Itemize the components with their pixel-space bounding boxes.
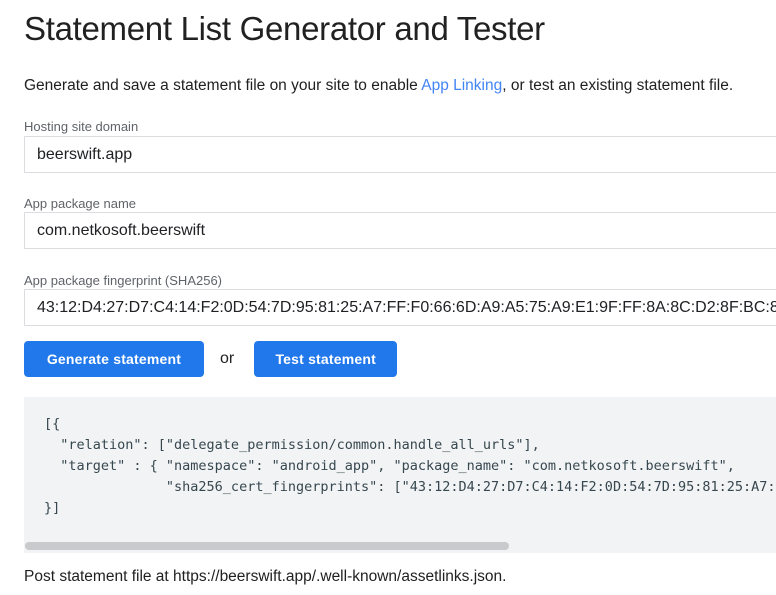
page-title: Statement List Generator and Tester — [24, 11, 545, 47]
post-instruction-text: Post statement file at https://beerswift… — [24, 567, 506, 586]
test-statement-button[interactable]: Test statement — [254, 341, 397, 377]
intro-text: Generate and save a statement file on yo… — [24, 76, 733, 95]
statement-json-code: [{ "relation": ["delegate_permission/com… — [44, 414, 776, 519]
app-package-name-input[interactable] — [24, 212, 776, 249]
generate-statement-button[interactable]: Generate statement — [24, 341, 204, 377]
intro-text-before: Generate and save a statement file on yo… — [24, 77, 421, 94]
statement-generator-page: Statement List Generator and Tester Gene… — [0, 0, 776, 595]
app-package-name-label: App package name — [24, 196, 136, 211]
hosting-site-domain-label: Hosting site domain — [24, 119, 138, 134]
or-text: or — [220, 350, 234, 368]
horizontal-scrollbar-thumb[interactable] — [25, 542, 509, 550]
hosting-site-domain-input[interactable] — [24, 136, 776, 173]
app-linking-link[interactable]: App Linking — [421, 77, 502, 94]
app-package-fingerprint-label: App package fingerprint (SHA256) — [24, 273, 222, 288]
actions-row: Generate statement or Test statement — [24, 341, 397, 377]
intro-text-after: , or test an existing statement file. — [502, 77, 733, 94]
statement-output-block[interactable]: [{ "relation": ["delegate_permission/com… — [24, 397, 776, 553]
app-package-fingerprint-input[interactable] — [24, 289, 776, 326]
